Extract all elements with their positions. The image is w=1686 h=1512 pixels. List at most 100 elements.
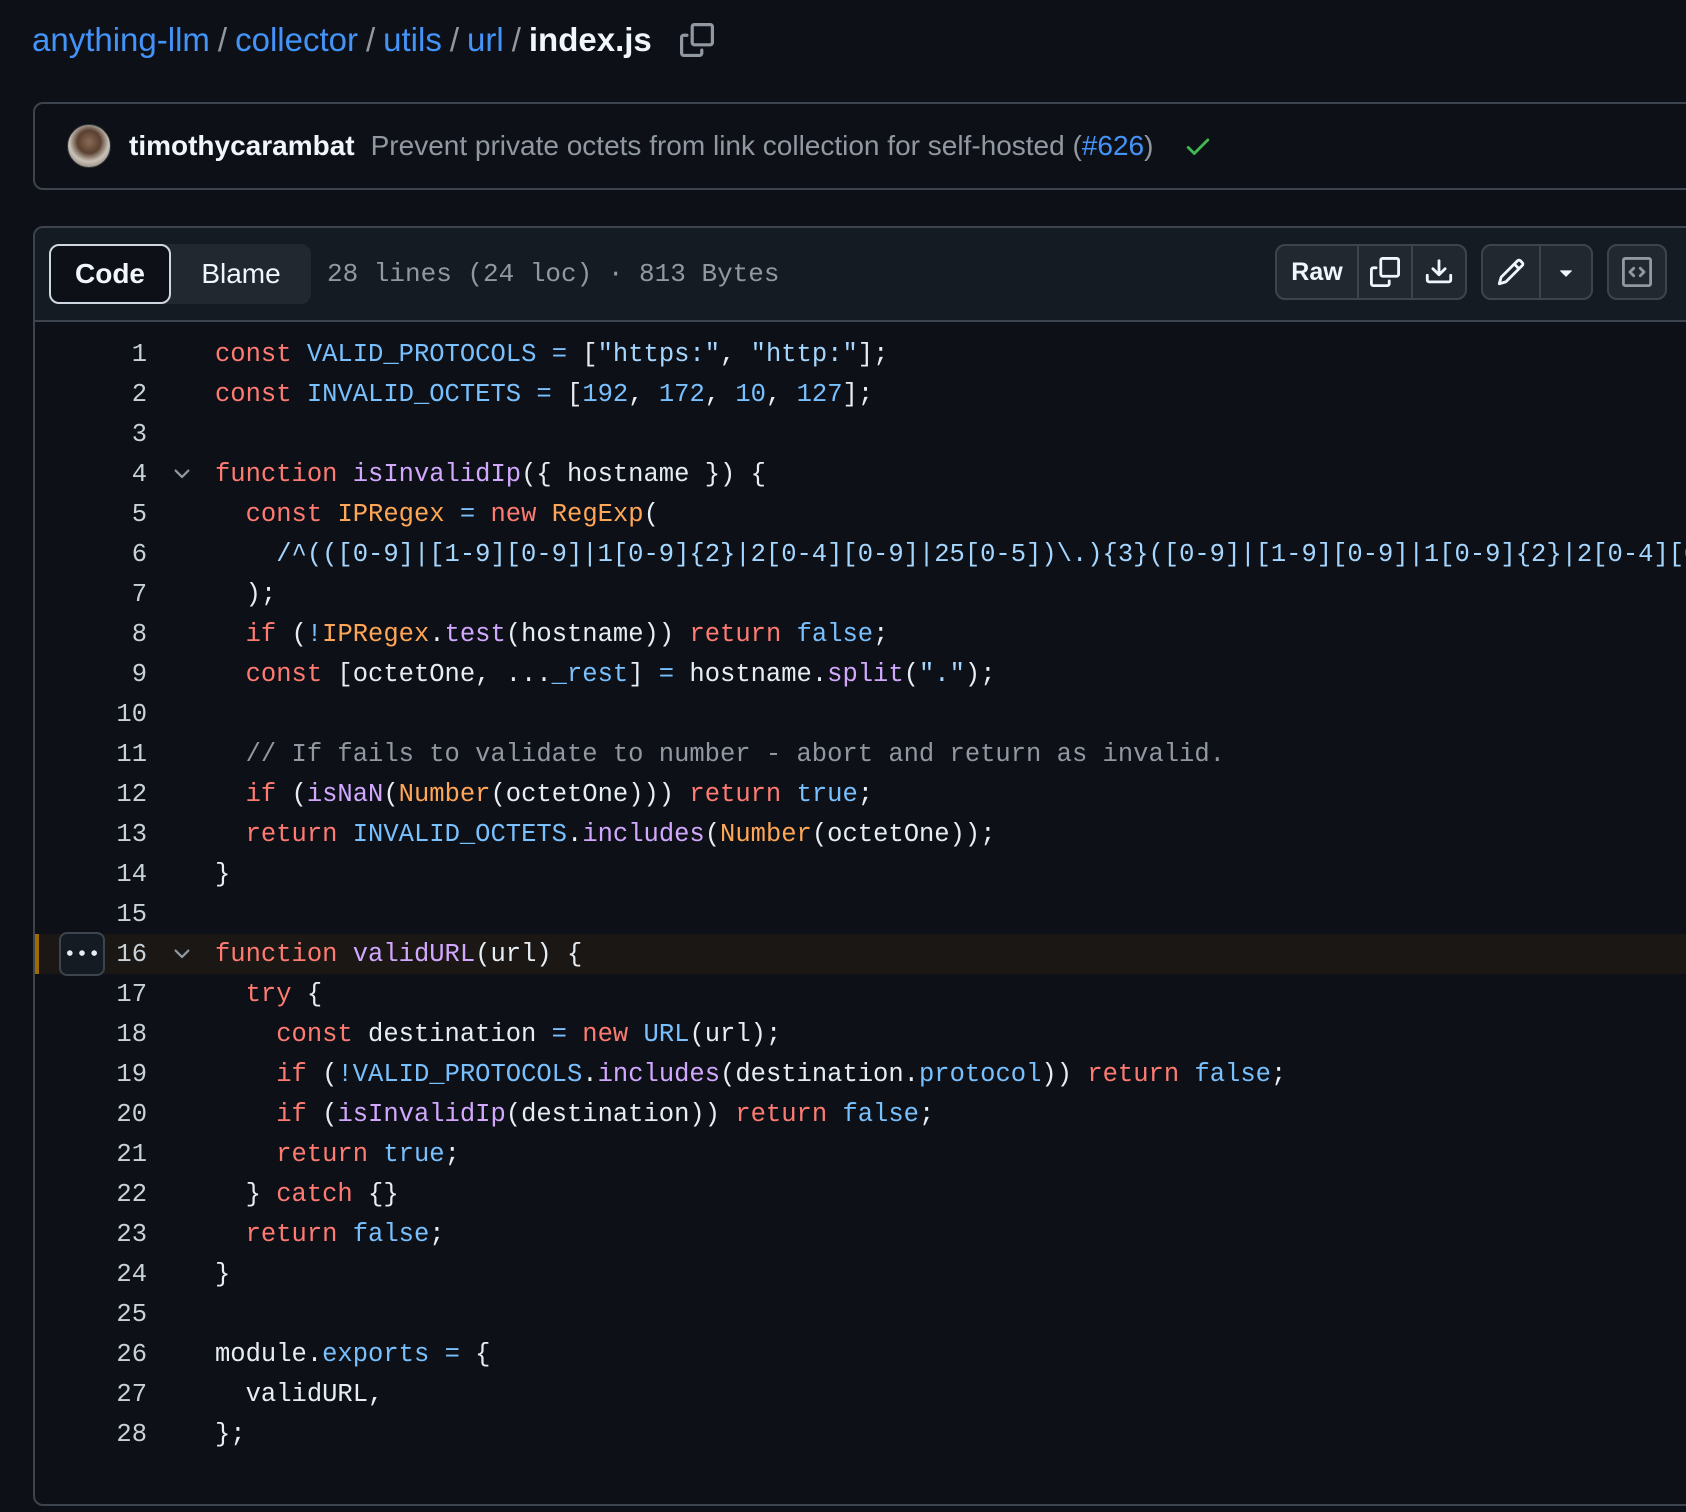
code-line: 6 /^(([0-9]|[1-9][0-9]|1[0-9]{2}|2[0-4][… [35, 534, 1686, 574]
line-number[interactable]: 10 [35, 700, 147, 729]
code-line: 4 function isInvalidIp({ hostname }) { [35, 454, 1686, 494]
copy-path-button[interactable] [678, 21, 716, 59]
code-text: } [215, 1259, 231, 1289]
line-number[interactable]: 7 [35, 580, 147, 609]
code-text: } catch {} [215, 1179, 399, 1209]
line-number[interactable]: 5 [35, 500, 147, 529]
avatar[interactable] [67, 124, 111, 168]
code-text: if (!IPRegex.test(hostname)) return fals… [245, 619, 889, 649]
code-line: 26 module.exports = { [35, 1334, 1686, 1374]
line-number[interactable]: 20 [35, 1100, 147, 1129]
chevron-down-icon [174, 949, 190, 959]
code-text: } [215, 859, 231, 889]
line-number[interactable]: 28 [35, 1420, 147, 1449]
line-number[interactable]: 11 [35, 740, 147, 769]
code-text: /^(([0-9]|[1-9][0-9]|1[0-9]{2}|2[0-4][0-… [276, 539, 1686, 569]
pull-request-link[interactable]: #626 [1082, 130, 1144, 161]
line-number[interactable]: 6 [35, 540, 147, 569]
code-line: 16 function validURL(url) { [35, 932, 1686, 976]
download-button[interactable] [1411, 246, 1465, 298]
code-line: 5 const IPRegex = new RegExp( [35, 494, 1686, 534]
line-number[interactable]: 1 [35, 340, 147, 369]
line-number[interactable]: 15 [35, 900, 147, 929]
line-number[interactable]: 25 [35, 1300, 147, 1329]
tab-code[interactable]: Code [49, 244, 171, 304]
line-number[interactable]: 18 [35, 1020, 147, 1049]
code-line: 25 [35, 1294, 1686, 1334]
fold-toggle[interactable] [167, 942, 197, 966]
code-line: 15 [35, 894, 1686, 934]
code-text: const [octetOne, ..._rest] = hostname.sp… [245, 659, 996, 689]
code-text: return false; [245, 1219, 445, 1249]
line-number[interactable]: 12 [35, 780, 147, 809]
download-icon [1425, 259, 1453, 284]
code-line: 19 if (!VALID_PROTOCOLS.includes(destina… [35, 1054, 1686, 1094]
commit-message-text: Prevent private octets from link collect… [370, 130, 1082, 161]
code-line: 20 if (isInvalidIp(destination)) return … [35, 1094, 1686, 1134]
code-text: try { [245, 979, 323, 1009]
code-text: return true; [276, 1139, 460, 1169]
latest-commit-bar: timothycarambat Prevent private octets f… [33, 102, 1686, 190]
breadcrumb-link-url[interactable]: url [467, 21, 504, 59]
breadcrumb-current-file: index.js [528, 21, 652, 58]
code-text: if (isInvalidIp(destination)) return fal… [276, 1099, 935, 1129]
line-number[interactable]: 24 [35, 1260, 147, 1289]
line-number[interactable]: 8 [35, 620, 147, 649]
line-number[interactable]: 27 [35, 1380, 147, 1409]
code-text: validURL, [215, 1379, 384, 1409]
symbols-panel-button[interactable] [1609, 246, 1665, 298]
code-text: const VALID_PROTOCOLS = ["https:", "http… [215, 339, 889, 369]
code-line: 27 validURL, [35, 1374, 1686, 1414]
code-text: module.exports = { [215, 1339, 491, 1369]
code-text: const IPRegex = new RegExp( [245, 499, 659, 529]
code-line: 8 if (!IPRegex.test(hostname)) return fa… [35, 614, 1686, 654]
line-number[interactable]: 22 [35, 1180, 147, 1209]
edit-button[interactable] [1483, 246, 1539, 298]
line-number[interactable]: 17 [35, 980, 147, 1009]
code-line: 18 const destination = new URL(url); [35, 1014, 1686, 1054]
code-text: }; [215, 1419, 246, 1449]
line-number[interactable]: 26 [35, 1340, 147, 1369]
copy-raw-button[interactable] [1357, 246, 1411, 298]
breadcrumb-repo-link[interactable]: anything-llm [32, 21, 210, 59]
code-text: ); [215, 579, 277, 609]
line-number[interactable]: 4 [35, 460, 147, 489]
chevron-down-icon [174, 469, 190, 479]
code-text: const INVALID_OCTETS = [192, 172, 10, 12… [215, 379, 874, 409]
line-options-button[interactable] [59, 932, 105, 976]
code-line: 23 return false; [35, 1214, 1686, 1254]
commit-author-link[interactable]: timothycarambat [129, 130, 355, 162]
line-number[interactable]: 3 [35, 420, 147, 449]
breadcrumb-link-utils[interactable]: utils [383, 21, 442, 59]
code-text: function isInvalidIp({ hostname }) { [215, 459, 766, 489]
breadcrumb: anything-llm / collector / utils / url /… [32, 14, 716, 66]
raw-button[interactable]: Raw [1277, 246, 1357, 298]
code-view[interactable]: 1 const VALID_PROTOCOLS = ["https:", "htt… [35, 322, 1686, 1454]
line-number[interactable]: 23 [35, 1220, 147, 1249]
tab-blame[interactable]: Blame [171, 244, 311, 304]
code-text: return INVALID_OCTETS.includes(Number(oc… [245, 819, 996, 849]
code-line: 22 } catch {} [35, 1174, 1686, 1214]
code-line: 10 [35, 694, 1686, 734]
check-status[interactable] [1183, 131, 1213, 161]
breadcrumb-separator: / [217, 21, 228, 58]
line-number[interactable]: 19 [35, 1060, 147, 1089]
fold-toggle[interactable] [167, 462, 197, 486]
commit-message[interactable]: Prevent private octets from link collect… [371, 130, 1154, 162]
line-number[interactable]: 14 [35, 860, 147, 889]
code-line: 12 if (isNaN(Number(octetOne))) return t… [35, 774, 1686, 814]
breadcrumb-link-collector[interactable]: collector [235, 21, 358, 59]
code-line: 7 ); [35, 574, 1686, 614]
code-line: 3 [35, 414, 1686, 454]
line-number[interactable]: 9 [35, 660, 147, 689]
code-line: 28}; [35, 1414, 1686, 1454]
code-line: 9 const [octetOne, ..._rest] = hostname.… [35, 654, 1686, 694]
line-number[interactable]: 2 [35, 380, 147, 409]
copy-icon [1370, 257, 1400, 287]
line-number[interactable]: 21 [35, 1140, 147, 1169]
file-actions: Raw [1275, 244, 1667, 300]
edit-options-dropdown[interactable] [1539, 246, 1591, 298]
commit-message-end: ) [1144, 130, 1154, 161]
code-text: if (!VALID_PROTOCOLS.includes(destinatio… [276, 1059, 1287, 1089]
line-number[interactable]: 13 [35, 820, 147, 849]
